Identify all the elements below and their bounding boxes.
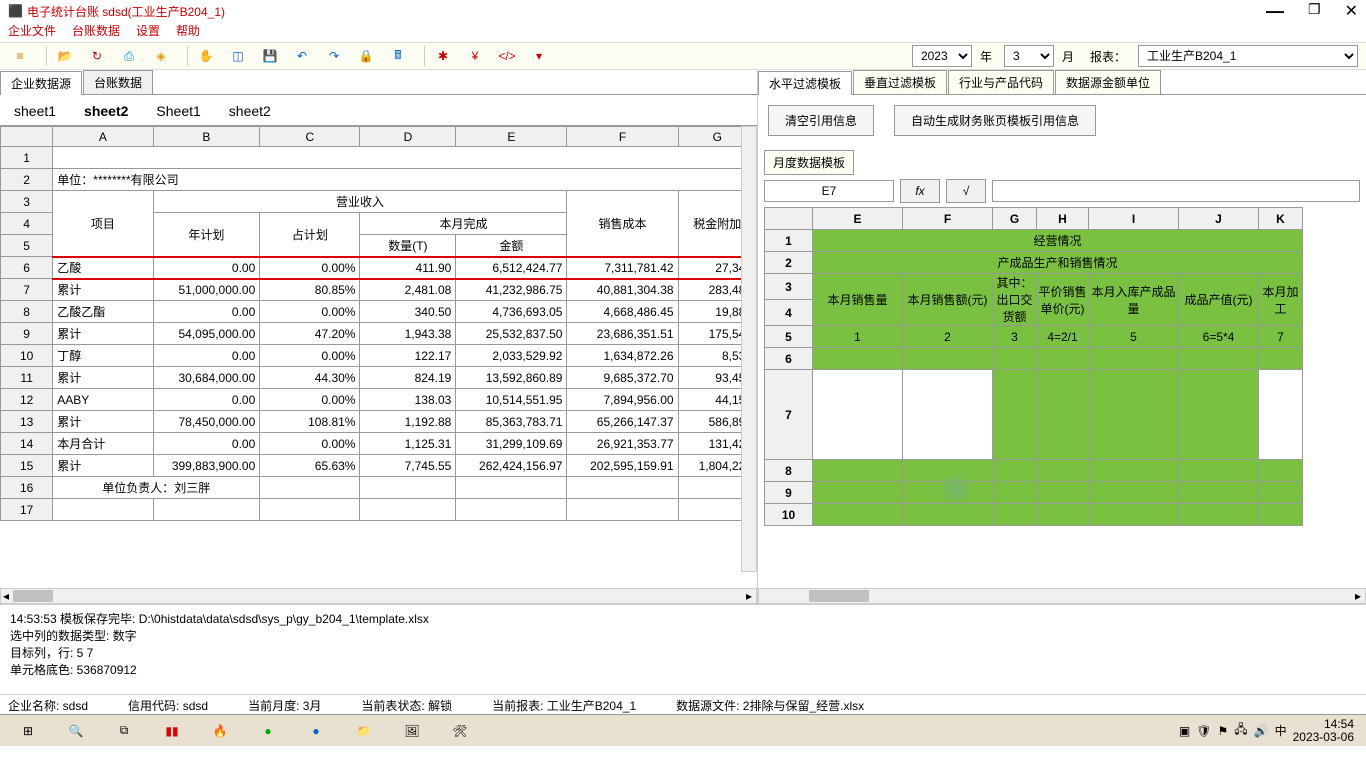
tray-shield-icon[interactable]: 🛡 bbox=[1196, 724, 1211, 738]
lock-icon[interactable]: 🔒 bbox=[354, 44, 378, 68]
year-select[interactable]: 2023 bbox=[912, 45, 972, 67]
tab-ledger-data[interactable]: 台账数据 bbox=[83, 70, 153, 94]
rtab-unit[interactable]: 数据源金额单位 bbox=[1055, 70, 1161, 94]
status-file: 数据源文件: 2排除与保留_经营.xlsx bbox=[676, 697, 864, 712]
tray-flag-icon[interactable]: ⚑ bbox=[1217, 724, 1228, 738]
browser2-icon[interactable]: ● bbox=[292, 716, 340, 746]
flame-icon[interactable]: 🔥 bbox=[196, 716, 244, 746]
log-panel: 14:53:53 模板保存完毕: D:\0histdata\data\sdsd\… bbox=[0, 604, 1366, 694]
tray-icon[interactable]: ▣ bbox=[1179, 724, 1190, 738]
save-icon[interactable]: 💾 bbox=[258, 44, 282, 68]
status-report: 当前报表: 工业生产B204_1 bbox=[492, 697, 636, 712]
hand-icon[interactable]: ✋ bbox=[194, 44, 218, 68]
filter-icon[interactable]: ▾ bbox=[527, 44, 551, 68]
tray-vol-icon[interactable]: 🔊 bbox=[1254, 724, 1269, 738]
data-grid[interactable]: A B C D E F G 1 2单位：********有限公司 3项目营业收入… bbox=[0, 126, 757, 521]
minimize-button[interactable]: — bbox=[1266, 1, 1284, 22]
status-bar: 企业名称: sdsd 信用代码: sdsd 当前月度: 3月 当前表状态: 解锁… bbox=[0, 694, 1366, 714]
taskview-icon[interactable]: ⧉ bbox=[100, 716, 148, 746]
clock[interactable]: 14:542023-03-06 bbox=[1293, 718, 1354, 744]
menubar: 企业文件 台账数据 设置 帮助 bbox=[0, 22, 1366, 42]
code-icon[interactable]: </> bbox=[495, 44, 519, 68]
left-scroll-v[interactable] bbox=[741, 126, 757, 572]
cell-name-box[interactable]: E7 bbox=[764, 180, 894, 202]
rtab-vertical[interactable]: 垂直过滤模板 bbox=[853, 70, 947, 94]
maximize-button[interactable]: ❐ bbox=[1308, 1, 1321, 22]
redo-icon[interactable]: ↷ bbox=[322, 44, 346, 68]
month-label: 月 bbox=[1062, 48, 1074, 65]
refresh-icon[interactable]: ↻ bbox=[85, 44, 109, 68]
year-label: 年 bbox=[980, 48, 992, 65]
menu-file[interactable]: 企业文件 bbox=[8, 22, 56, 42]
auto-gen-button[interactable]: 自动生成财务账页模板引用信息 bbox=[894, 105, 1096, 136]
explorer-icon[interactable]: 📁 bbox=[340, 716, 388, 746]
left-scroll-h[interactable]: ▸◂ bbox=[0, 588, 757, 604]
sheet-tab-3[interactable]: Sheet1 bbox=[142, 99, 214, 125]
report-label: 报表： bbox=[1090, 48, 1126, 65]
tray-net-icon[interactable]: 🖧 bbox=[1234, 720, 1247, 741]
clear-refs-button[interactable]: 清空引用信息 bbox=[768, 105, 874, 136]
search-icon[interactable]: 🔍 bbox=[52, 716, 100, 746]
company-name: 单位：********有限公司 bbox=[53, 169, 757, 191]
calc-icon[interactable]: 🖩 bbox=[386, 44, 410, 68]
layers-icon[interactable]: ◈ bbox=[149, 44, 173, 68]
status-credit: 信用代码: sdsd bbox=[128, 697, 208, 712]
status-company: 企业名称: sdsd bbox=[8, 697, 88, 712]
list-icon[interactable]: ≡ bbox=[8, 44, 32, 68]
currency-icon[interactable]: ¥ bbox=[463, 44, 487, 68]
plugin-icon[interactable]: ✱ bbox=[431, 44, 455, 68]
titlebar: ⬛ 电子统计台账 sdsd(工业生产B204_1) — ❐ ✕ bbox=[0, 0, 1366, 22]
check-button[interactable]: √ bbox=[946, 179, 986, 203]
report-select[interactable]: 工业生产B204_1 bbox=[1138, 45, 1358, 67]
status-state: 当前表状态: 解锁 bbox=[361, 697, 452, 712]
tab-enterprise-data[interactable]: 企业数据源 bbox=[0, 71, 82, 95]
app-icon: ⬛ bbox=[8, 4, 23, 18]
toolbar: ≡ 📂 ↻ ⎙ ◈ ✋ ◫ 💾 ↶ ↷ 🔒 🖩 ✱ ¥ </> ▾ 2023 年… bbox=[0, 42, 1366, 70]
browser1-icon[interactable]: ● bbox=[244, 716, 292, 746]
tool-icon[interactable]: 🛠 bbox=[436, 716, 484, 746]
sheet-tab-1[interactable]: sheet1 bbox=[0, 99, 70, 125]
rtab-industry[interactable]: 行业与产品代码 bbox=[948, 70, 1054, 94]
fx-button[interactable]: fx bbox=[900, 179, 940, 203]
menu-data[interactable]: 台账数据 bbox=[72, 22, 120, 42]
close-button[interactable]: ✕ bbox=[1345, 1, 1358, 22]
menu-settings[interactable]: 设置 bbox=[136, 22, 160, 42]
formula-bar[interactable] bbox=[992, 180, 1360, 202]
folder-icon[interactable]: 📂 bbox=[53, 44, 77, 68]
start-button[interactable]: ⊞ bbox=[4, 716, 52, 746]
tray-ime-icon[interactable]: 中 bbox=[1275, 722, 1287, 739]
undo-icon[interactable]: ↶ bbox=[290, 44, 314, 68]
taskbar: ⊞ 🔍 ⧉ ▮▮ 🔥 ● ● 📁 🖼 🛠 ▣ 🛡 ⚑ 🖧 🔊 中 14:5420… bbox=[0, 714, 1366, 746]
window-title: 电子统计台账 sdsd(工业生产B204_1) bbox=[27, 3, 1266, 20]
status-month: 当前月度: 3月 bbox=[248, 697, 321, 712]
template-grid[interactable]: E F G H I J K 1经营情况 2产成品生产和销售情况 3本月销售量本月… bbox=[764, 207, 1303, 526]
package-icon[interactable]: ⎙ bbox=[117, 44, 141, 68]
sheet-tab-4[interactable]: sheet2 bbox=[215, 99, 285, 125]
image-icon[interactable]: 🖼 bbox=[388, 716, 436, 746]
menu-help[interactable]: 帮助 bbox=[176, 22, 200, 42]
crop-icon[interactable]: ◫ bbox=[226, 44, 250, 68]
responsible-person: 单位负责人：刘三胖 bbox=[53, 477, 260, 499]
app-task-icon[interactable]: ▮▮ bbox=[148, 716, 196, 746]
template-header: 月度数据模板 bbox=[764, 150, 854, 175]
sheet-tab-2[interactable]: sheet2 bbox=[70, 99, 142, 125]
rtab-horizontal[interactable]: 水平过滤模板 bbox=[758, 71, 852, 95]
right-scroll-h[interactable]: ▸ bbox=[758, 588, 1366, 604]
month-select[interactable]: 3 bbox=[1004, 45, 1054, 67]
